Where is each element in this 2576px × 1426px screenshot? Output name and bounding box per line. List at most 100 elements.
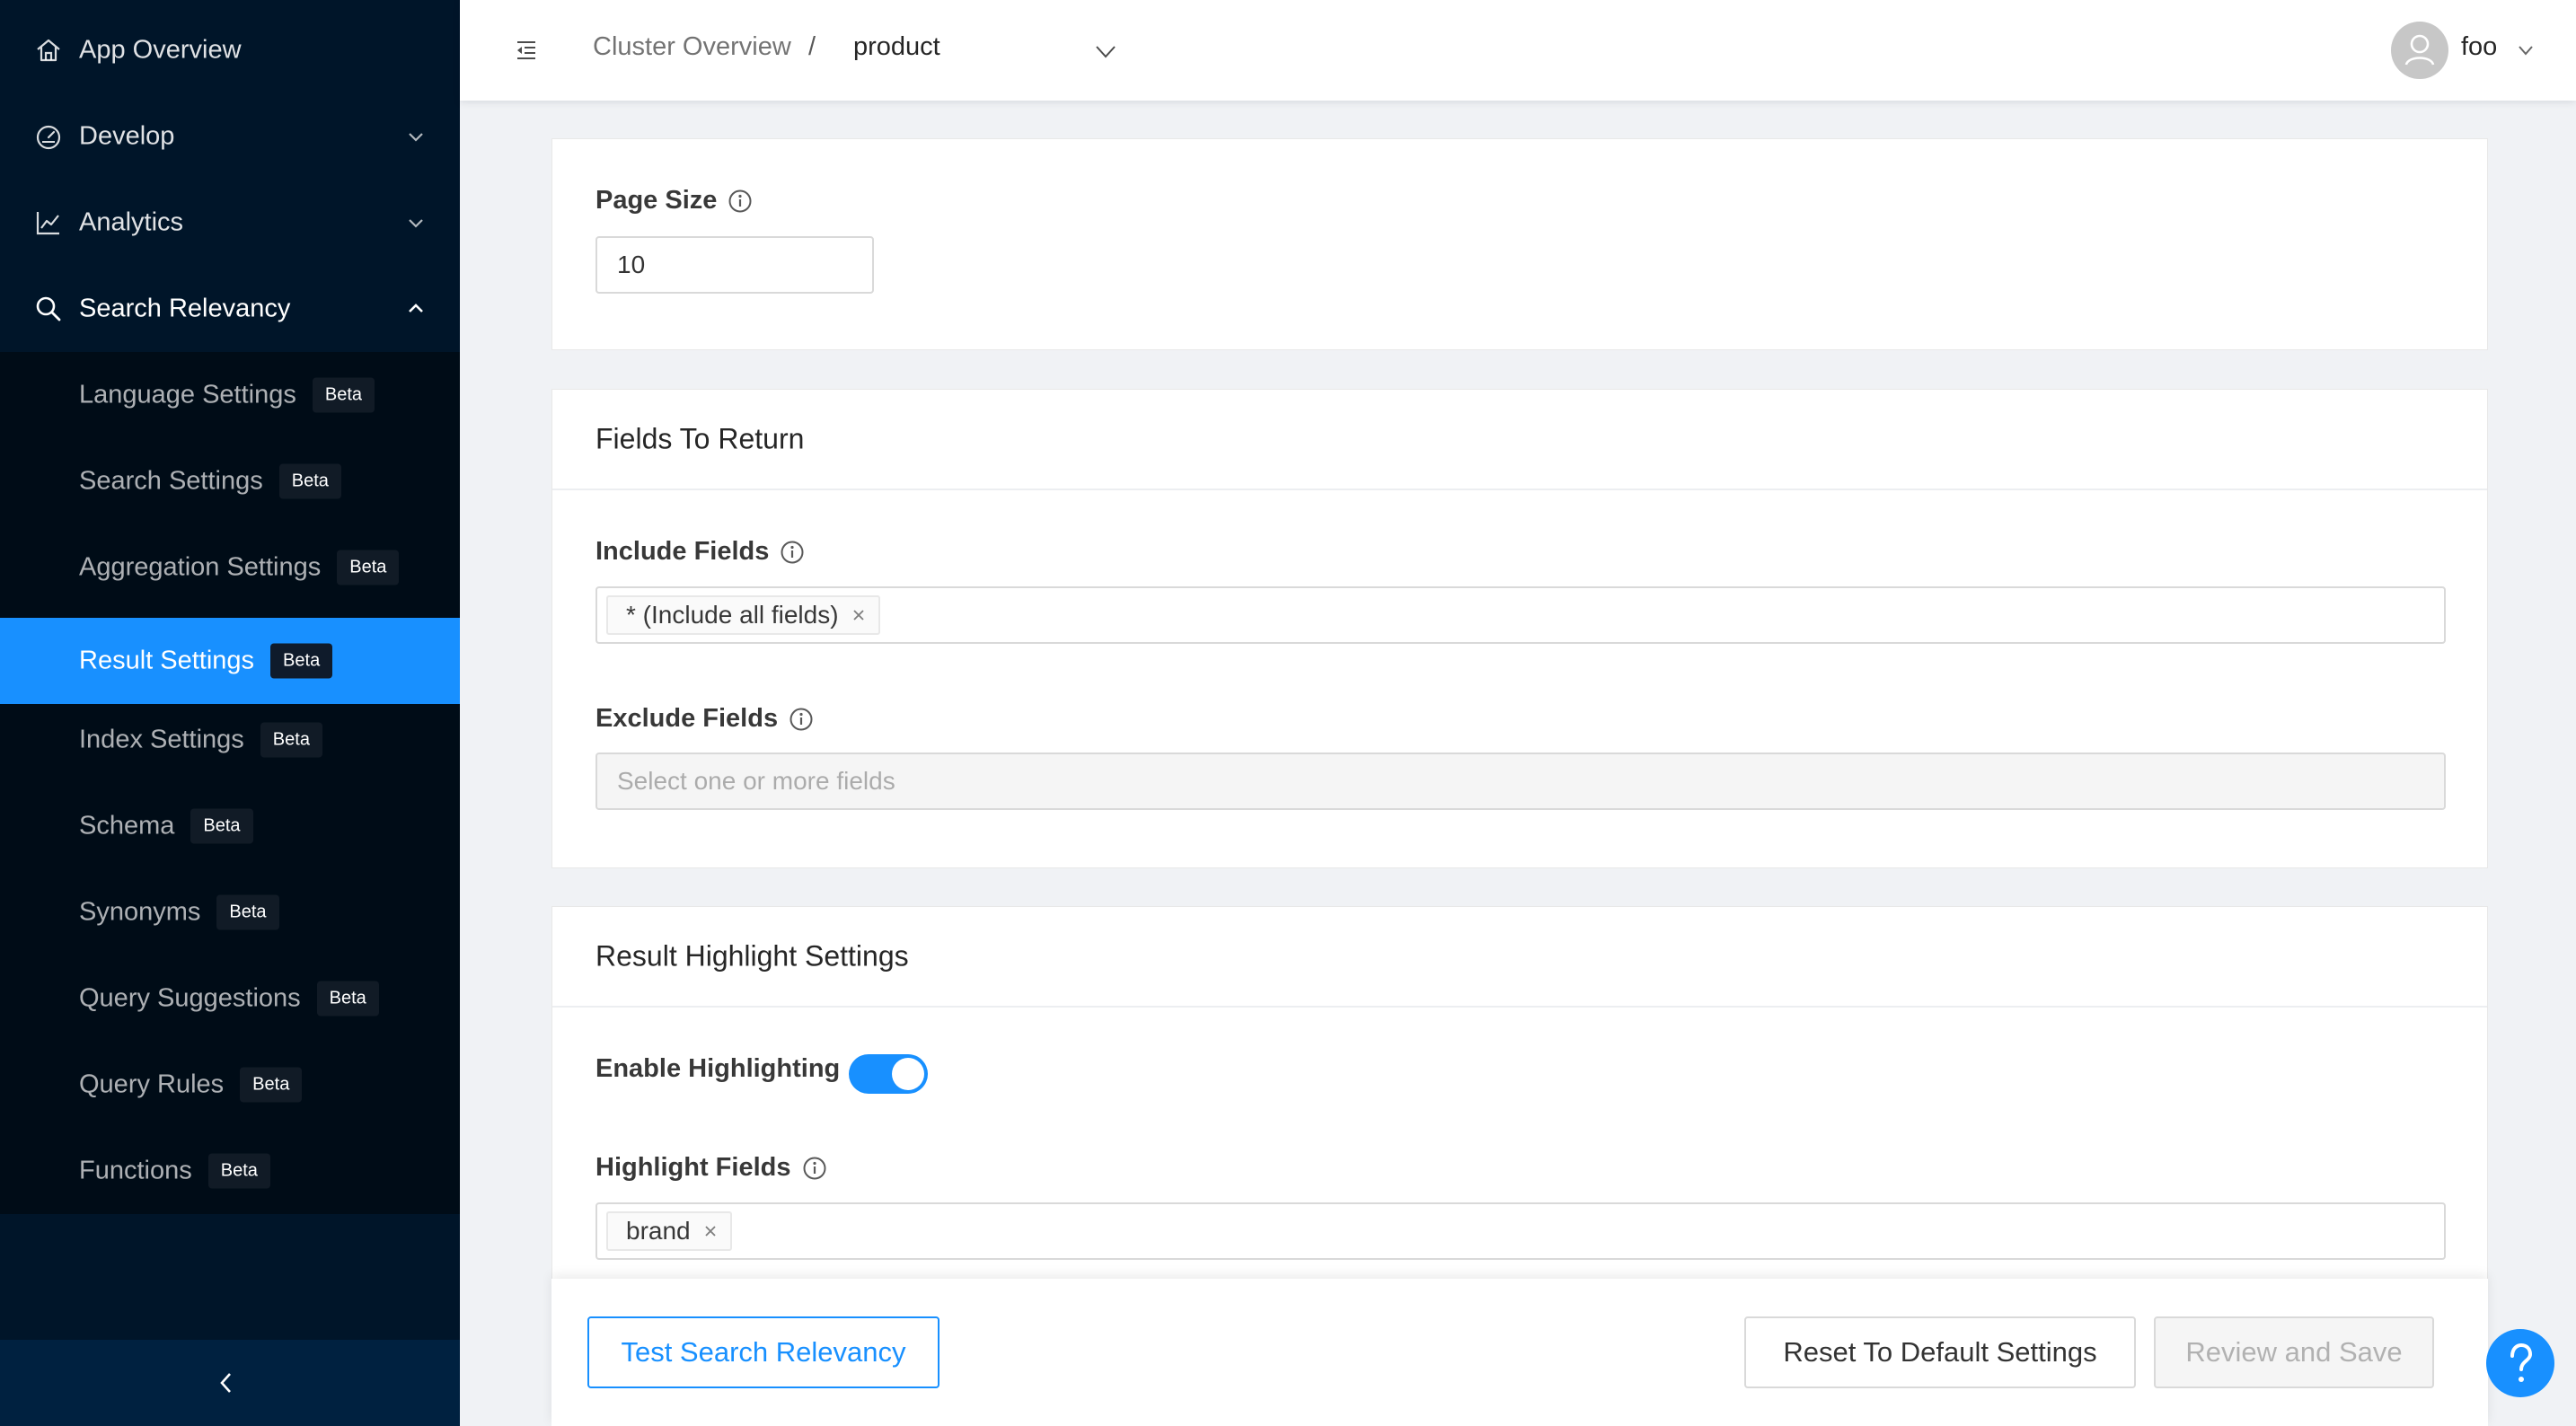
- exclude-fields-placeholder: Select one or more fields: [617, 767, 895, 795]
- search-icon: [36, 296, 61, 321]
- beta-badge: Beta: [216, 894, 279, 930]
- toggle-knob: [892, 1058, 924, 1090]
- highlight-fields-select[interactable]: brand: [595, 1202, 2446, 1260]
- avatar[interactable]: [2391, 22, 2448, 79]
- sidebar-item-develop[interactable]: Develop: [0, 93, 460, 180]
- sidebar-item-label: Schema: [79, 811, 175, 841]
- reset-default-settings-button[interactable]: Reset To Default Settings: [1744, 1316, 2136, 1388]
- beta-badge: Beta: [260, 722, 322, 758]
- home-icon: [37, 39, 60, 62]
- chevron-down-icon[interactable]: [1094, 40, 1117, 63]
- beta-badge: Beta: [207, 1153, 270, 1189]
- close-icon[interactable]: [851, 608, 866, 622]
- page-size-label-text: Page Size: [595, 186, 718, 215]
- field-tag: brand: [606, 1211, 732, 1251]
- chevron-up-icon: [409, 304, 423, 312]
- menu-fold-icon[interactable]: [514, 38, 539, 63]
- sidebar-item-functions[interactable]: Functions Beta: [0, 1128, 460, 1214]
- include-fields-label-text: Include Fields: [595, 537, 770, 566]
- action-bar: Test Search Relevancy Reset To Default S…: [551, 1279, 2488, 1426]
- sidebar-item-label: Develop: [79, 121, 175, 151]
- beta-badge: Beta: [337, 550, 400, 585]
- sidebar-item-synonyms[interactable]: Synonyms Beta: [0, 869, 460, 955]
- exclude-fields-label-text: Exclude Fields: [595, 704, 779, 733]
- sidebar-item-label: Query Rules: [79, 1070, 225, 1099]
- chevron-left-icon: [220, 1373, 231, 1393]
- sidebar-item-label: Search Settings: [79, 466, 263, 496]
- sidebar-item-label: Aggregation Settings: [79, 552, 322, 582]
- beta-badge: Beta: [190, 808, 253, 844]
- test-search-relevancy-button[interactable]: Test Search Relevancy: [587, 1316, 940, 1388]
- card-title: Fields To Return: [595, 422, 805, 455]
- info-icon[interactable]: [728, 189, 753, 214]
- line-chart-icon: [36, 212, 59, 235]
- field-tag: * (Include all fields): [606, 595, 880, 635]
- sidebar-item-label: Functions: [79, 1156, 192, 1185]
- chevron-down-icon: [409, 133, 423, 142]
- exclude-fields-select[interactable]: Select one or more fields: [595, 753, 2446, 810]
- close-icon[interactable]: [703, 1224, 718, 1238]
- exclude-fields-label: Exclude Fields: [595, 704, 814, 734]
- question-icon: [2510, 1342, 2533, 1382]
- chevron-down-icon: [409, 219, 423, 228]
- sidebar-item-label: Result Settings: [79, 646, 255, 675]
- sidebar-item-label: Language Settings: [79, 380, 296, 409]
- result-highlight-card: Result Highlight Settings Enable Highlig…: [551, 906, 2488, 1283]
- info-icon[interactable]: [780, 540, 805, 565]
- top-header: Cluster Overview / product foo: [460, 0, 2576, 101]
- info-icon[interactable]: [789, 707, 814, 732]
- card-header: Fields To Return: [552, 390, 2487, 490]
- review-and-save-button[interactable]: Review and Save: [2154, 1316, 2434, 1388]
- user-icon: [2404, 34, 2435, 66]
- include-fields-label: Include Fields: [595, 537, 805, 567]
- enable-highlighting-label: Enable Highlighting: [595, 1054, 840, 1084]
- sidebar-item-label: Search Relevancy: [79, 294, 291, 323]
- chevron-down-icon[interactable]: [2517, 41, 2535, 59]
- beta-badge: Beta: [316, 981, 379, 1017]
- sidebar-item-label: Analytics: [79, 207, 184, 237]
- user-name[interactable]: foo: [2461, 32, 2497, 62]
- beta-badge: Beta: [270, 643, 333, 679]
- sidebar-item-index-settings[interactable]: Index Settings Beta: [0, 697, 460, 783]
- highlight-fields-label-text: Highlight Fields: [595, 1153, 791, 1182]
- sidebar-item-search-relevancy[interactable]: Search Relevancy: [0, 266, 460, 352]
- sidebar-item-schema[interactable]: Schema Beta: [0, 783, 460, 869]
- card-title: Result Highlight Settings: [595, 939, 909, 973]
- sidebar-item-query-suggestions[interactable]: Query Suggestions Beta: [0, 955, 460, 1042]
- sidebar-item-language-settings[interactable]: Language Settings Beta: [0, 352, 460, 438]
- sidebar-item-app-overview[interactable]: App Overview: [0, 7, 460, 93]
- fields-to-return-card: Fields To Return Include Fields * (Inclu…: [551, 389, 2488, 868]
- highlight-fields-label: Highlight Fields: [595, 1153, 827, 1183]
- index-select[interactable]: product: [853, 32, 940, 62]
- field-tag-label: * (Include all fields): [626, 601, 839, 629]
- sidebar-item-aggregation-settings[interactable]: Aggregation Settings Beta: [0, 524, 460, 611]
- help-button[interactable]: [2486, 1329, 2554, 1397]
- sidebar-item-query-rules[interactable]: Query Rules Beta: [0, 1042, 460, 1128]
- enable-highlighting-toggle[interactable]: [849, 1054, 928, 1094]
- sidebar-item-label: App Overview: [79, 35, 242, 65]
- field-tag-label: brand: [626, 1217, 691, 1245]
- breadcrumb-separator: /: [808, 32, 816, 61]
- sidebar-item-label: Query Suggestions: [79, 983, 301, 1013]
- enable-highlighting-label-text: Enable Highlighting: [595, 1054, 841, 1083]
- sidebar-item-result-settings[interactable]: Result Settings Beta: [0, 618, 460, 704]
- sidebar: App Overview Develop Analytics Search Re…: [0, 0, 460, 1426]
- sidebar-item-search-settings[interactable]: Search Settings Beta: [0, 438, 460, 524]
- sidebar-item-label: Index Settings: [79, 725, 244, 754]
- page-size-value: 10: [617, 251, 646, 278]
- card-header: Result Highlight Settings: [552, 907, 2487, 1008]
- page-size-card: Page Size 10: [551, 138, 2488, 350]
- info-icon[interactable]: [802, 1156, 827, 1181]
- beta-badge: Beta: [240, 1067, 303, 1103]
- beta-badge: Beta: [278, 463, 341, 499]
- search-relevancy-submenu: Language Settings Beta Search Settings Bet…: [0, 352, 460, 1214]
- breadcrumb-cluster-overview[interactable]: Cluster Overview: [593, 32, 791, 62]
- sidebar-collapse-button[interactable]: [0, 1340, 460, 1426]
- include-fields-select[interactable]: * (Include all fields): [595, 586, 2446, 644]
- beta-badge: Beta: [312, 377, 375, 413]
- page-size-input[interactable]: 10: [595, 236, 874, 294]
- sidebar-item-label: Synonyms: [79, 897, 201, 927]
- page-size-label: Page Size: [595, 186, 753, 216]
- dashboard-icon: [36, 125, 61, 150]
- sidebar-item-analytics[interactable]: Analytics: [0, 180, 460, 266]
